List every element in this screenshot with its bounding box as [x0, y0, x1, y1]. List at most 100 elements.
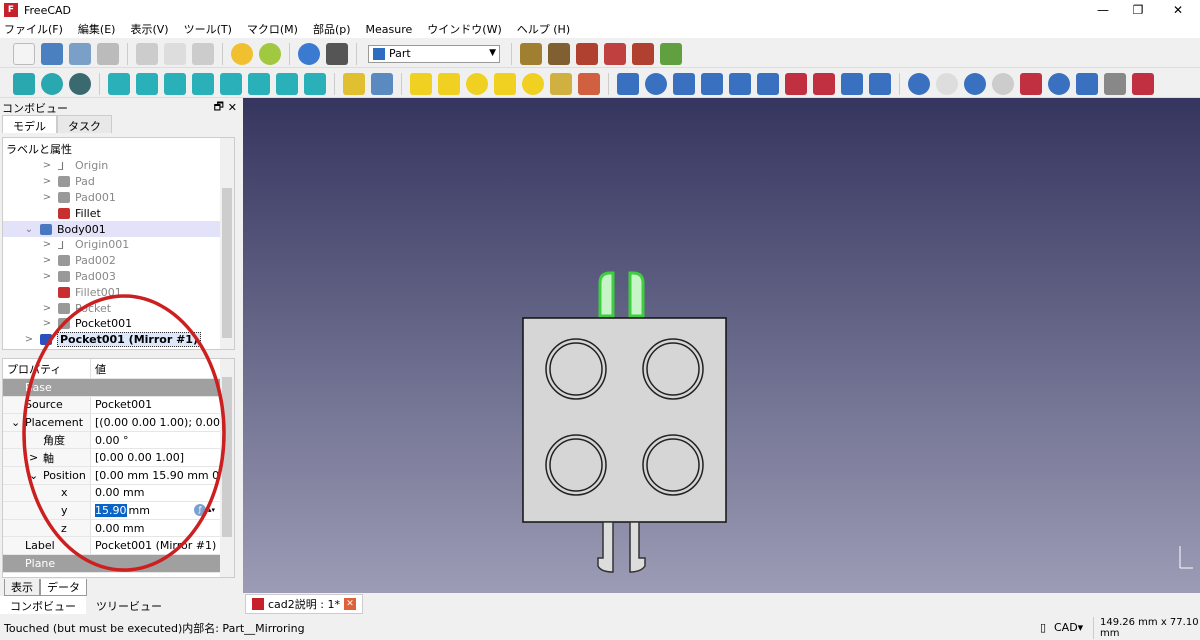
menu-edit[interactable]: 編集(E) [78, 21, 116, 37]
chamfer-icon[interactable] [729, 72, 751, 95]
tree-item[interactable]: > Pad003 [3, 269, 234, 285]
join-icon[interactable] [1020, 72, 1042, 95]
primitives-icon[interactable] [578, 72, 600, 95]
macro-stop-icon[interactable] [548, 42, 570, 65]
expand-chevron-icon[interactable]: > [41, 271, 53, 282]
menu-view[interactable]: 表示(V) [130, 21, 168, 37]
tree-item[interactable]: Fillet [3, 205, 234, 221]
fuse-icon[interactable] [964, 72, 986, 95]
navigation-style-selector[interactable]: CAD▾ [1054, 621, 1083, 634]
cut-boolean-icon[interactable] [936, 72, 958, 95]
offset-icon[interactable] [869, 72, 891, 95]
workbench-selector[interactable]: Part ▼ [368, 44, 500, 63]
expand-chevron-icon[interactable]: > [41, 192, 53, 203]
fit-all-icon[interactable] [13, 72, 35, 95]
tree-item[interactable]: ⌄ Body001 [3, 221, 234, 237]
expand-chevron-icon[interactable]: > [41, 255, 53, 266]
tree-item[interactable]: > Pad001 [3, 190, 234, 206]
whats-this-icon[interactable] [326, 42, 348, 65]
tab-task[interactable]: タスク [57, 115, 112, 133]
tab-combo-view[interactable]: コンボビュー [0, 596, 86, 614]
view-isometric-icon[interactable] [108, 72, 130, 95]
tab-model[interactable]: モデル [2, 115, 57, 133]
cut-icon[interactable] [136, 42, 158, 65]
tree-item[interactable]: > Pad002 [3, 253, 234, 269]
mirror-icon[interactable] [673, 72, 695, 95]
expand-chevron-icon[interactable]: > [41, 176, 53, 187]
fillet-icon[interactable] [701, 72, 723, 95]
macro-debug-icon[interactable] [632, 42, 654, 65]
view-front-icon[interactable] [136, 72, 158, 95]
menu-measure[interactable]: Measure [366, 23, 413, 36]
tree-item[interactable]: > ⅃ Origin001 [3, 237, 234, 253]
expand-chevron-icon[interactable]: > [41, 160, 53, 171]
revolve-icon[interactable] [645, 72, 667, 95]
macro-record-icon[interactable] [520, 42, 542, 65]
view-bottom-icon[interactable] [248, 72, 270, 95]
macro-edit-icon[interactable] [576, 42, 598, 65]
tube-icon[interactable] [550, 72, 572, 95]
body-icon [40, 223, 52, 235]
split-icon[interactable] [1048, 72, 1070, 95]
menu-file[interactable]: ファイル(F) [4, 21, 63, 37]
save-icon[interactable] [69, 42, 91, 65]
fit-selection-icon[interactable] [41, 72, 63, 95]
tree-item[interactable]: > ⅃ Origin [3, 158, 234, 174]
menu-macro[interactable]: マクロ(M) [247, 21, 298, 37]
create-group-icon[interactable] [371, 72, 393, 95]
combo-view-header: コンボビュー 🗗 ✕ [0, 100, 242, 115]
copy-icon[interactable] [164, 42, 186, 65]
view-rear-icon[interactable] [220, 72, 242, 95]
cone-icon[interactable] [494, 72, 516, 95]
sphere-icon[interactable] [466, 72, 488, 95]
ruled-surface-icon[interactable] [785, 72, 807, 95]
compound-icon[interactable] [1076, 72, 1098, 95]
document-tab[interactable]: cad2説明 : 1* ✕ [245, 594, 363, 614]
menu-help[interactable]: ヘルプ (H) [517, 21, 570, 37]
document-tabs: cad2説明 : 1* ✕ [243, 593, 1200, 615]
expand-chevron-icon[interactable]: ⌄ [23, 224, 35, 235]
common-icon[interactable] [992, 72, 1014, 95]
undo-icon[interactable] [231, 42, 253, 65]
section-icon[interactable] [1132, 72, 1154, 95]
tree-item[interactable]: > Pad [3, 174, 234, 190]
minimize-button[interactable]: — [1085, 0, 1121, 20]
loft-icon[interactable] [813, 72, 835, 95]
extrude-icon[interactable] [617, 72, 639, 95]
view-top-icon[interactable] [164, 72, 186, 95]
make-face-icon[interactable] [757, 72, 779, 95]
measure-distance-icon[interactable] [304, 72, 326, 95]
paste-icon[interactable] [192, 42, 214, 65]
close-panel-icon[interactable]: ✕ [228, 101, 237, 114]
macro-step-icon[interactable] [660, 42, 682, 65]
view-left-icon[interactable] [276, 72, 298, 95]
maximize-button[interactable]: ❐ [1120, 0, 1156, 20]
tab-tree-view[interactable]: ツリービュー [86, 596, 172, 614]
view-right-icon[interactable] [192, 72, 214, 95]
fillet-icon [58, 207, 70, 219]
3d-viewport[interactable] [243, 98, 1200, 593]
bottom-tabs: コンボビュー ツリービュー [0, 596, 242, 614]
menu-tools[interactable]: ツール(T) [184, 21, 232, 37]
new-icon[interactable] [13, 42, 35, 65]
expand-chevron-icon[interactable]: > [41, 239, 53, 250]
check-geometry-icon[interactable] [1104, 72, 1126, 95]
sweep-icon[interactable] [841, 72, 863, 95]
torus-icon[interactable] [522, 72, 544, 95]
open-icon[interactable] [41, 42, 63, 65]
draw-style-icon[interactable] [69, 72, 91, 95]
create-part-icon[interactable] [343, 72, 365, 95]
menu-part[interactable]: 部品(p) [313, 21, 351, 37]
status-message: Touched (but must be executed)内部名: Part_… [4, 621, 305, 635]
close-button[interactable]: ✕ [1160, 0, 1196, 20]
cylinder-icon[interactable] [438, 72, 460, 95]
boolean-icon[interactable] [908, 72, 930, 95]
redo-icon[interactable] [259, 42, 281, 65]
float-icon[interactable]: 🗗 [214, 98, 224, 117]
close-tab-icon[interactable]: ✕ [343, 598, 356, 610]
print-icon[interactable] [97, 42, 119, 65]
box-icon[interactable] [410, 72, 432, 95]
menu-window[interactable]: ウインドウ(W) [427, 21, 501, 37]
macro-run-icon[interactable] [604, 42, 626, 65]
refresh-icon[interactable] [298, 42, 320, 65]
